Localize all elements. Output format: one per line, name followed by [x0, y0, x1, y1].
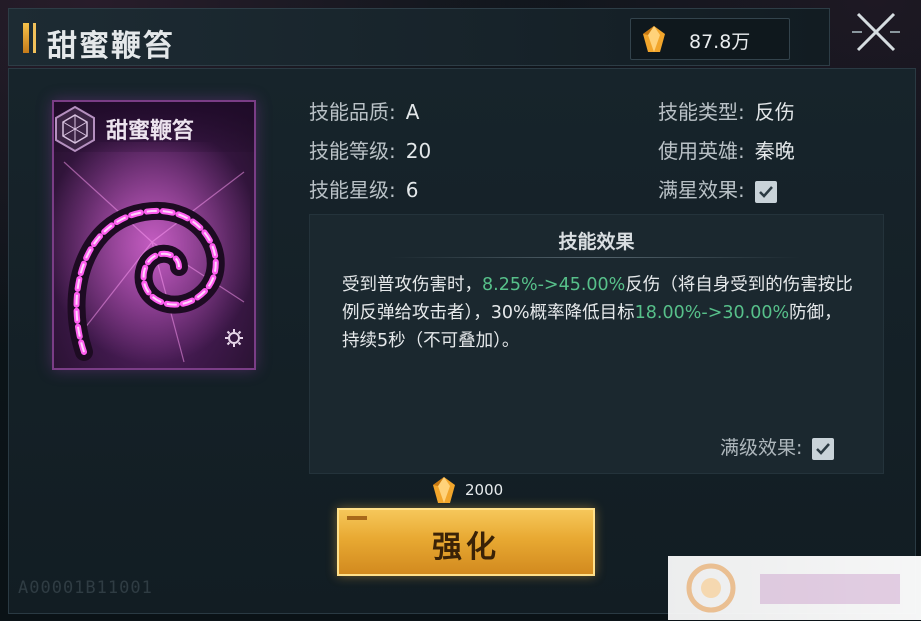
card-title: 甜蜜鞭笞	[106, 118, 195, 144]
whip-artwork	[54, 142, 250, 364]
skill-type-row: 技能类型: 反伤	[658, 96, 795, 125]
skill-quality-row: 技能品质: A	[309, 96, 419, 125]
skill-star-row: 技能星级: 6	[309, 174, 418, 203]
max-level-label: 满级效果:	[720, 437, 803, 459]
skill-type-value: 反伤	[754, 100, 795, 124]
currency-display: 87.8万	[630, 18, 790, 60]
gear-icon	[225, 329, 243, 347]
crystal-icon	[643, 26, 665, 52]
title-accent-bar	[23, 23, 29, 53]
effect-divider	[390, 257, 800, 258]
player-id: A00001B11001	[18, 578, 153, 598]
watermark-text	[760, 566, 910, 621]
skill-level-value: 20	[405, 139, 432, 163]
effect-description: 受到普攻伤害时，8.25%->45.00%反伤（将自身受到的伤害按比例反弹给攻击…	[342, 271, 858, 355]
skill-star-value: 6	[405, 178, 419, 202]
skill-star-label: 技能星级:	[309, 178, 396, 202]
watermark-logo	[686, 563, 736, 613]
skill-quality-label: 技能品质:	[309, 100, 396, 124]
enhance-cost: 2000	[465, 481, 504, 499]
full-star-label: 满星效果:	[658, 178, 745, 202]
hero-label: 使用英雄:	[658, 139, 745, 163]
effect-highlight-2: 18.00%->30.00%	[634, 303, 790, 323]
page-title: 甜蜜鞭笞	[47, 29, 175, 64]
crystal-icon	[433, 477, 455, 503]
effect-title: 技能效果	[558, 231, 635, 253]
max-level-row: 满级效果:	[720, 433, 835, 460]
skill-effect-box: 技能效果 受到普攻伤害时，8.25%->45.00%反伤（将自身受到的伤害按比例…	[309, 214, 884, 474]
full-star-checkbox[interactable]	[754, 180, 777, 203]
effect-text-1: 受到普攻伤害时，	[342, 275, 482, 295]
effect-highlight-1: 8.25%->45.00%	[482, 275, 626, 295]
skill-level-row: 技能等级: 20	[309, 135, 431, 164]
skill-quality-value: A	[405, 100, 420, 124]
checkmark-icon	[816, 442, 831, 455]
title-accent-stripe	[33, 23, 36, 53]
skill-level-label: 技能等级:	[309, 139, 396, 163]
enhance-button[interactable]: 强化	[337, 508, 595, 576]
currency-amount: 87.8万	[689, 31, 751, 53]
close-button[interactable]	[848, 8, 904, 56]
skill-type-label: 技能类型:	[658, 100, 745, 124]
skill-rune-icon	[55, 105, 95, 153]
checkmark-icon	[758, 185, 773, 198]
enhance-button-label: 强化	[432, 530, 500, 565]
hero-value: 秦晚	[754, 139, 795, 163]
close-icon	[852, 12, 900, 52]
button-tag	[347, 516, 367, 520]
max-level-checkbox[interactable]	[812, 437, 835, 460]
hero-row: 使用英雄: 秦晚	[658, 135, 795, 164]
skill-card: 甜蜜鞭笞	[52, 100, 256, 370]
full-star-row: 满星效果:	[658, 174, 777, 203]
